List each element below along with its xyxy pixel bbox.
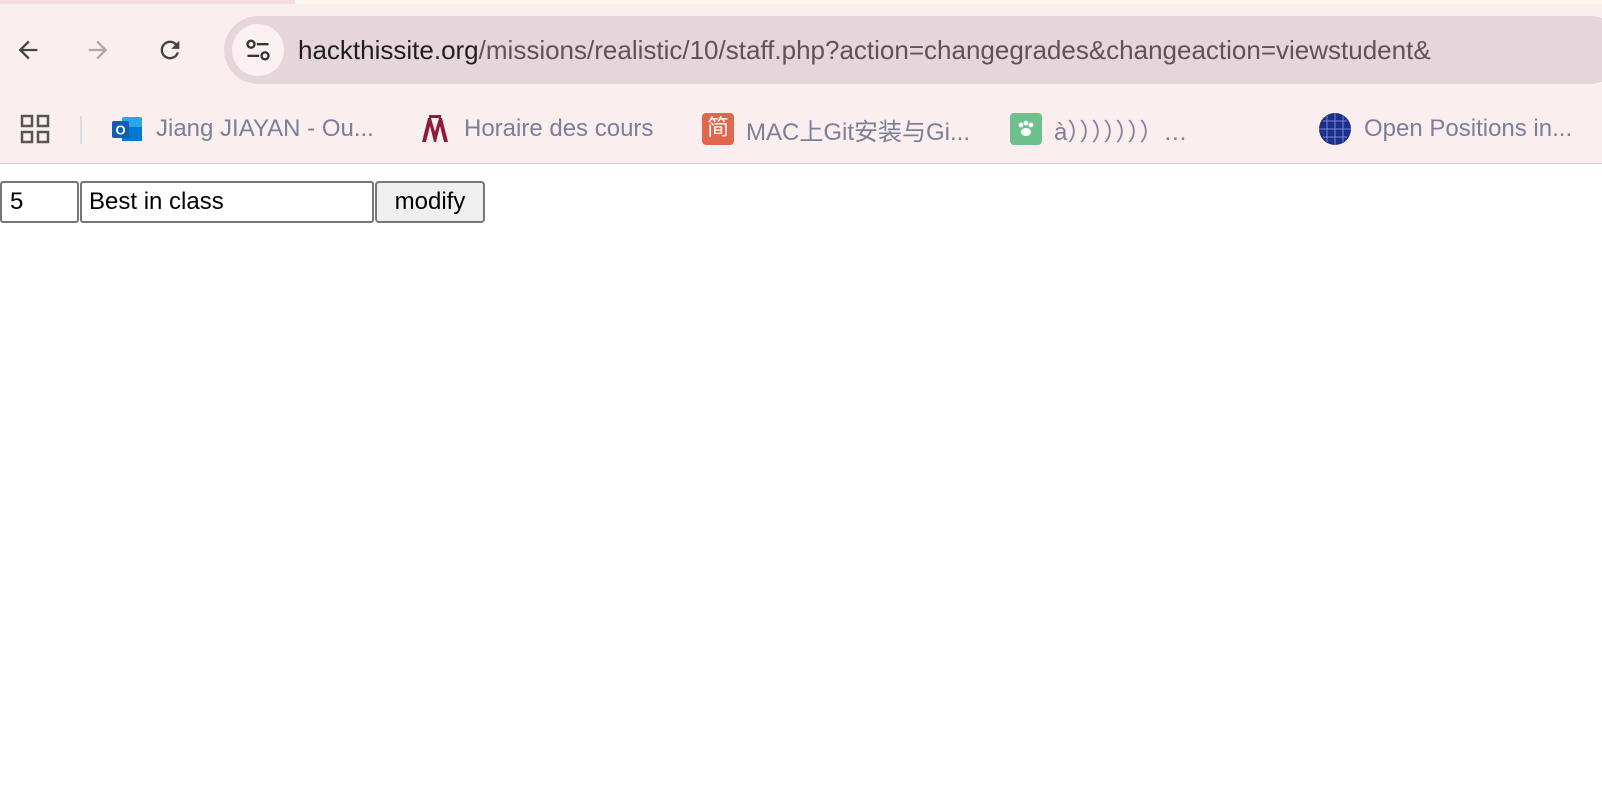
bookmark-label: Jiang JIAYAN - Ou...: [156, 115, 374, 142]
site-info-button[interactable]: [232, 24, 284, 76]
svg-text:O: O: [115, 123, 125, 138]
forward-arrow-icon: [88, 40, 108, 60]
active-tab-edge: [0, 0, 295, 4]
paw-icon: [1010, 113, 1042, 145]
back-button[interactable]: [6, 28, 50, 72]
apps-button[interactable]: [20, 114, 50, 144]
back-arrow-icon: [18, 40, 38, 60]
jianshu-icon: 简: [702, 113, 734, 145]
bookmark-label: MAC上Git安装与Gi...: [746, 118, 971, 146]
bookmark-jianshu[interactable]: 简 MAC上Git安装与Gi...: [702, 108, 970, 150]
browser-chrome: hackthissite.org/missions/realistic/10/s…: [0, 0, 1602, 164]
bookmarks-separator: [80, 116, 82, 144]
university-logo-icon: [418, 112, 452, 146]
bookmark-label: à）））））））…: [1054, 118, 1188, 146]
url-host: hackthissite.org: [298, 35, 479, 65]
address-bar[interactable]: hackthissite.org/missions/realistic/10/s…: [224, 16, 1602, 84]
bookmark-horaire[interactable]: Horaire des cours: [418, 108, 653, 150]
bookmark-label: Open Positions in...: [1364, 115, 1573, 142]
bookmarks-bar: O Jiang JIAYAN - Ou... Horaire des cours…: [0, 104, 1602, 154]
modify-button[interactable]: modify: [375, 181, 485, 223]
bookmark-paw[interactable]: à）））））））…: [1010, 108, 1187, 150]
reload-button[interactable]: [148, 28, 192, 72]
globe-grid-icon: [1318, 112, 1352, 146]
comment-input[interactable]: [80, 181, 374, 223]
forward-button[interactable]: [76, 28, 120, 72]
bookmark-label: Horaire des cours: [464, 115, 654, 142]
grade-input[interactable]: [0, 181, 79, 223]
reload-icon: [160, 40, 180, 60]
apps-grid-icon: [20, 114, 50, 144]
url-text[interactable]: hackthissite.org/missions/realistic/10/s…: [298, 16, 1431, 84]
tune-icon: [246, 39, 270, 61]
bookmark-open-positions[interactable]: Open Positions in...: [1318, 108, 1572, 150]
outlook-icon: O: [110, 112, 144, 146]
url-path: /missions/realistic/10/staff.php?action=…: [478, 35, 1431, 65]
bookmark-outlook[interactable]: O Jiang JIAYAN - Ou...: [110, 108, 374, 150]
